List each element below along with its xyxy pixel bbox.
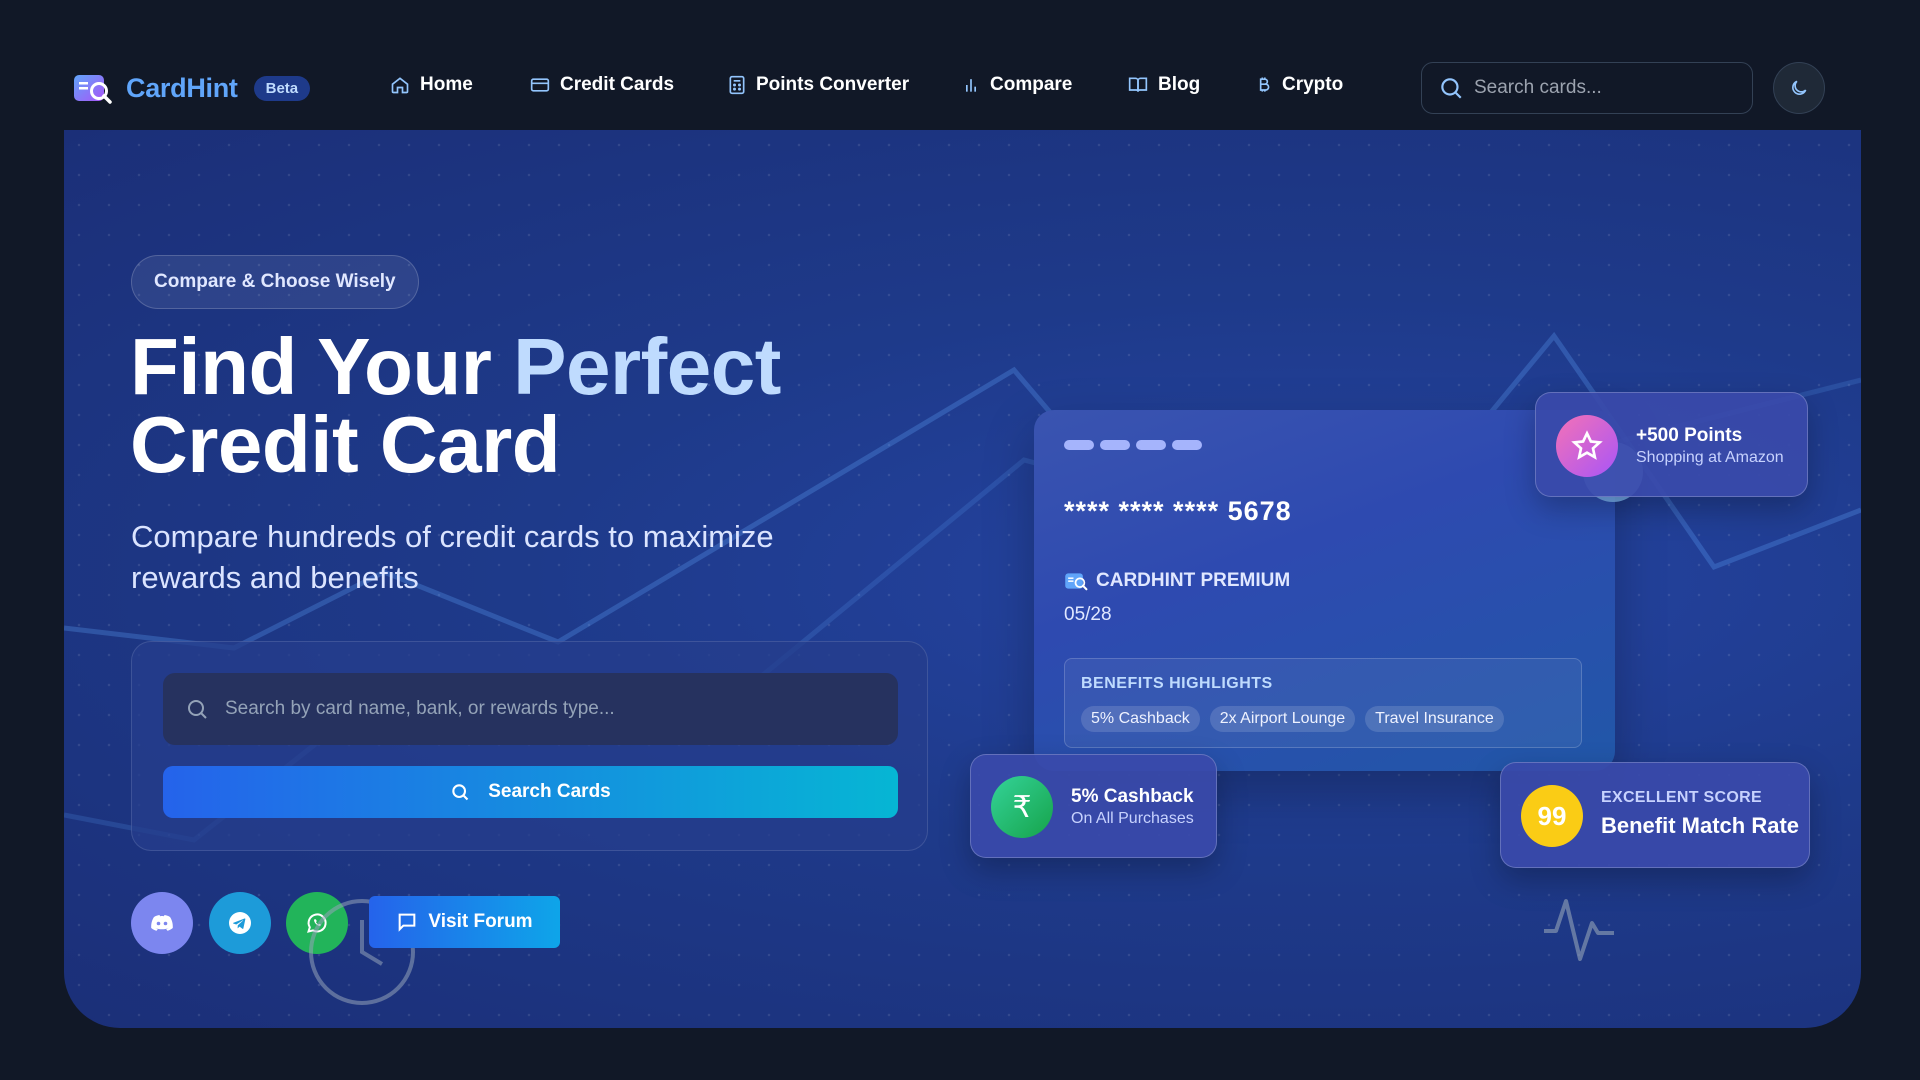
nav-item-label: Crypto xyxy=(1282,74,1344,95)
search-icon xyxy=(452,784,469,801)
card-number: **** **** **** 5678 xyxy=(1064,496,1292,527)
card-search-input[interactable] xyxy=(225,698,885,720)
nav-search-box xyxy=(1421,62,1753,114)
activity-pulse-icon xyxy=(1544,899,1614,961)
card-number-last4: 5678 xyxy=(1227,496,1292,526)
nav-item-crypto[interactable]: Crypto xyxy=(1256,74,1343,96)
home-icon xyxy=(391,77,409,94)
bar-chart-icon xyxy=(966,79,976,92)
hero-section: Compare & Choose Wisely Find Your Perfec… xyxy=(64,130,1861,1028)
rupee-icon: ₹ xyxy=(991,776,1053,838)
card-search-panel: Search Cards xyxy=(131,641,928,851)
benefits-title: BENEFITS HIGHLIGHTS xyxy=(1081,675,1273,692)
score-label: EXCELLENT SCORE xyxy=(1601,789,1762,806)
credit-card-icon xyxy=(530,78,550,92)
cardhint-logo-icon xyxy=(1065,573,1088,591)
nav-item-credit-cards[interactable]: Credit Cards xyxy=(530,74,674,96)
nav-item-home[interactable]: Home xyxy=(390,74,473,96)
visit-forum-label: Visit Forum xyxy=(428,911,533,932)
search-cards-button[interactable]: Search Cards xyxy=(163,766,898,818)
search-icon xyxy=(1441,78,1462,99)
telegram-icon xyxy=(229,912,251,934)
search-icon xyxy=(188,700,207,719)
brand-logo-link[interactable]: CardHint Beta xyxy=(74,71,311,105)
nav-item-label: Home xyxy=(420,74,473,95)
nav-item-label: Points Converter xyxy=(756,74,910,95)
calculator-icon xyxy=(729,75,745,95)
tagline-badge: Compare & Choose Wisely xyxy=(131,255,419,309)
cardhint-logo-icon xyxy=(74,71,114,105)
nav-search-input[interactable] xyxy=(1474,77,1734,99)
nav-item-compare[interactable]: Compare xyxy=(962,74,1072,96)
card-chip-dashes xyxy=(1064,440,1208,450)
hero-title-line2: Credit Card xyxy=(130,400,561,489)
nav-item-label: Credit Cards xyxy=(560,74,675,95)
points-title: +500 Points xyxy=(1636,425,1743,446)
benefits-highlights-box: BENEFITS HIGHLIGHTS 5% Cashback 2x Airpo… xyxy=(1064,658,1582,748)
card-number-masked: **** **** **** xyxy=(1064,496,1220,526)
nav-item-label: Blog xyxy=(1158,74,1201,95)
brand-name: CardHint xyxy=(126,72,238,103)
message-square-icon xyxy=(399,913,416,932)
top-navbar: CardHint Beta Home Credit Cards Points C… xyxy=(0,0,1920,130)
moon-icon xyxy=(1792,80,1807,95)
card-search-field xyxy=(163,673,898,745)
benefit-tags: 5% Cashback 2x Airport Lounge Travel Ins… xyxy=(1081,706,1514,732)
score-title: Benefit Match Rate xyxy=(1601,813,1800,838)
search-button-label: Search Cards xyxy=(488,781,611,802)
nav-item-label: Compare xyxy=(990,74,1073,95)
star-icon xyxy=(1556,415,1618,477)
nav-item-blog[interactable]: Blog xyxy=(1128,74,1200,96)
score-value-badge: 99 xyxy=(1521,785,1583,847)
card-name: CARDHINT PREMIUM xyxy=(1096,570,1291,591)
hero-title-part1: Find Your xyxy=(130,322,514,411)
benefit-tag: Travel Insurance xyxy=(1365,706,1504,732)
card-brand: CARDHINT PREMIUM xyxy=(1064,570,1290,592)
points-subtitle: Shopping at Amazon xyxy=(1636,449,1784,466)
hero-title: Find Your Perfect Credit Card xyxy=(130,327,781,485)
beta-badge: Beta xyxy=(253,75,311,101)
nav-item-points-converter[interactable]: Points Converter xyxy=(728,74,909,96)
visit-forum-button[interactable]: Visit Forum xyxy=(369,896,560,948)
credit-card-mockup: **** **** **** 5678 CARDHINT PREMIUM 05/… xyxy=(1034,410,1615,771)
discord-button[interactable] xyxy=(131,892,193,954)
hero-title-accent: Perfect xyxy=(513,322,781,411)
cashback-subtitle: On All Purchases xyxy=(1071,810,1194,827)
benefit-tag: 2x Airport Lounge xyxy=(1209,706,1356,732)
benefit-tag: 5% Cashback xyxy=(1081,706,1200,732)
cashback-notification-card: ₹ 5% Cashback On All Purchases xyxy=(970,754,1217,858)
points-notification-card: +500 Points Shopping at Amazon xyxy=(1535,392,1808,497)
book-icon xyxy=(1128,77,1148,92)
hero-subtitle: Compare hundreds of credit cards to maxi… xyxy=(131,519,774,595)
telegram-button[interactable] xyxy=(209,892,271,954)
theme-toggle-button[interactable] xyxy=(1773,62,1825,114)
cashback-title: 5% Cashback xyxy=(1071,786,1194,807)
discord-icon xyxy=(151,915,173,931)
card-expiry: 05/28 xyxy=(1064,604,1112,625)
score-notification-card: 99 EXCELLENT SCORE Benefit Match Rate xyxy=(1500,762,1810,868)
bitcoin-icon xyxy=(1259,77,1270,92)
